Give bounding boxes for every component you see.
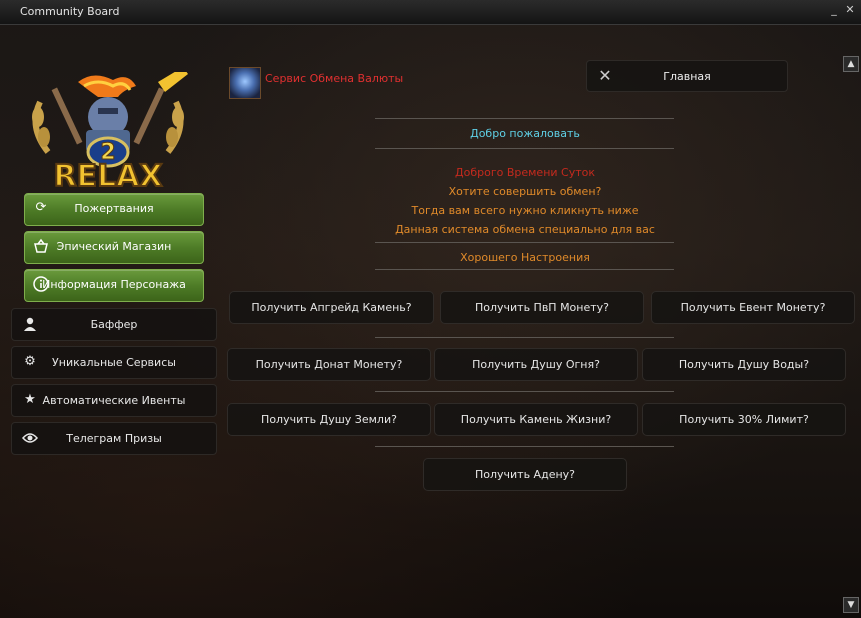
button-label: Получить Апгрейд Камень?: [251, 301, 412, 314]
button-label: Получить Душу Огня?: [472, 358, 600, 371]
divider: [375, 391, 674, 392]
window-title: Community Board: [20, 5, 120, 18]
button-label: Получить Камень Жизни?: [460, 413, 612, 426]
divider: [375, 242, 674, 243]
mood-text: Хорошего Настроения: [460, 251, 590, 264]
sidebar-item-auto-events[interactable]: ★ Автоматические Ивенты: [11, 384, 217, 417]
get-upgrade-stone-button[interactable]: Получить Апгрейд Камень?: [229, 291, 434, 324]
scroll-up-button[interactable]: ▲: [843, 56, 859, 72]
divider: [375, 337, 674, 338]
button-label: Получить Адену?: [474, 468, 575, 481]
sidebar-item-label: Эпический Магазин: [56, 240, 172, 253]
get-water-soul-button[interactable]: Получить Душу Воды?: [642, 348, 846, 381]
scroll-down-button[interactable]: ▼: [843, 597, 859, 613]
sidebar-item-label: Информация Персонажа: [42, 278, 186, 291]
home-button[interactable]: ✕ Главная: [586, 60, 788, 92]
sidebar-item-label: Пожертвания: [74, 202, 154, 215]
sidebar-item-unique-services[interactable]: ⚙ Уникальные Сервисы: [11, 346, 217, 379]
get-adena-button[interactable]: Получить Адену?: [423, 458, 627, 491]
sidebar-item-label: Телеграм Призы: [66, 432, 162, 445]
info-line-3: Данная система обмена специально для вас: [395, 223, 655, 236]
get-30-limit-button[interactable]: Получить 30% Лимит?: [642, 403, 846, 436]
server-logo: 2 RELAX: [18, 67, 198, 195]
minimize-button[interactable]: _: [827, 3, 841, 17]
divider: [375, 148, 674, 149]
get-life-stone-button[interactable]: Получить Камень Жизни?: [434, 403, 638, 436]
currency-exchange-icon: [229, 67, 261, 99]
community-board-window: Community Board _ ✕ ▲ ▼ 2 RELAX ⟳ Пожерт…: [0, 0, 861, 618]
button-label: Получить Душу Земли?: [261, 413, 397, 426]
sidebar-item-label: Уникальные Сервисы: [52, 356, 176, 369]
get-donate-coin-button[interactable]: Получить Донат Монету?: [227, 348, 431, 381]
get-earth-soul-button[interactable]: Получить Душу Земли?: [227, 403, 431, 436]
sidebar-item-epic-shop[interactable]: Эпический Магазин: [24, 231, 204, 264]
sidebar-item-donations[interactable]: ⟳ Пожертвания: [24, 193, 204, 226]
welcome-text: Добро пожаловать: [470, 127, 580, 140]
divider: [375, 118, 674, 119]
get-pvp-coin-button[interactable]: Получить ПвП Монету?: [440, 291, 644, 324]
home-button-label: Главная: [663, 70, 711, 83]
button-label: Получить Донат Монету?: [255, 358, 403, 371]
sidebar-item-label: Автоматические Ивенты: [42, 394, 186, 407]
get-event-coin-button[interactable]: Получить Евент Монету?: [651, 291, 855, 324]
info-line-1: Хотите совершить обмен?: [448, 185, 602, 198]
sidebar-item-character-info[interactable]: Информация Персонажа: [24, 269, 204, 302]
greeting-text: Доброго Времени Суток: [455, 166, 595, 179]
info-line-2: Тогда вам всего нужно кликнуть ниже: [411, 204, 639, 217]
button-label: Получить 30% Лимит?: [679, 413, 809, 426]
button-label: Получить Душу Воды?: [678, 358, 810, 371]
title-bar: Community Board _ ✕: [0, 0, 861, 25]
sidebar-item-buffer[interactable]: Баффер: [11, 308, 217, 341]
button-label: Получить ПвП Монету?: [474, 301, 610, 314]
button-label: Получить Евент Монету?: [680, 301, 826, 314]
sidebar-item-label: Баффер: [90, 318, 138, 331]
close-button[interactable]: ✕: [843, 3, 857, 17]
divider: [375, 446, 674, 447]
service-title: Сервис Обмена Валюты: [265, 72, 404, 85]
get-fire-soul-button[interactable]: Получить Душу Огня?: [434, 348, 638, 381]
logo-text: RELAX: [53, 159, 162, 194]
sidebar-item-telegram-prizes[interactable]: Телеграм Призы: [11, 422, 217, 455]
divider: [375, 269, 674, 270]
